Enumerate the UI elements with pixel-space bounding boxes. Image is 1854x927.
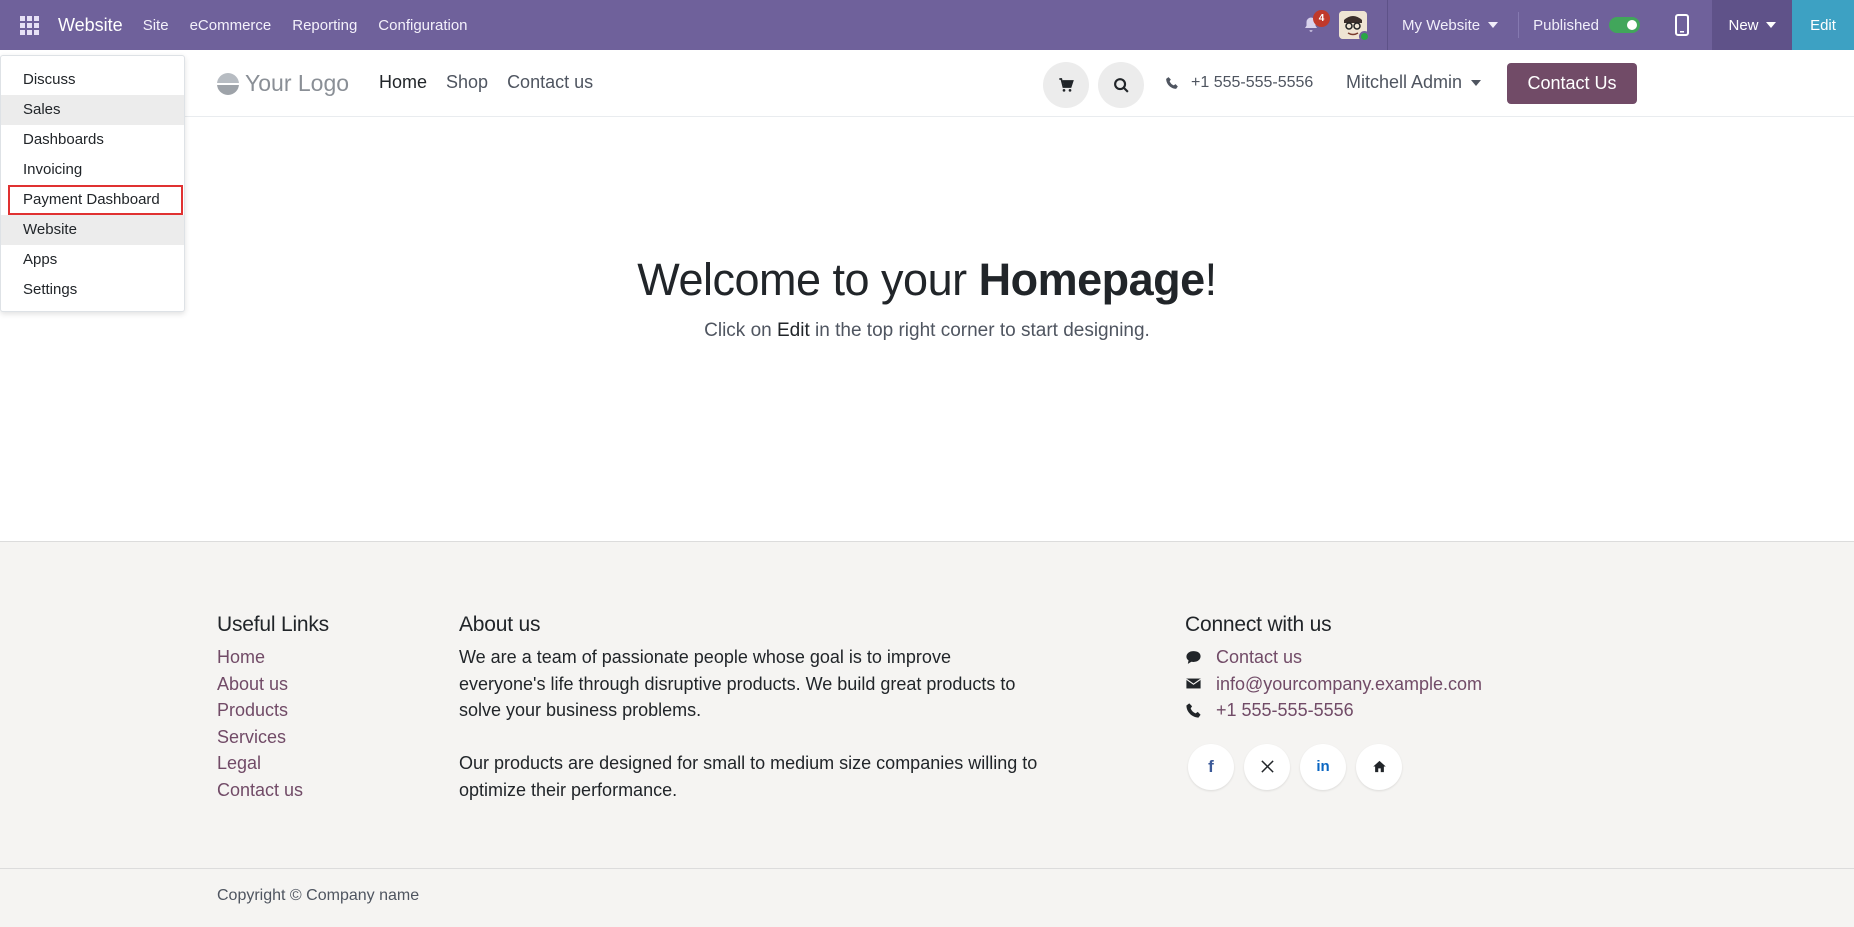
footer-link-contact[interactable]: Contact us (217, 777, 329, 804)
connect-phone-row[interactable]: +1 555-555-5556 (1185, 697, 1482, 724)
footer-link-home[interactable]: Home (217, 644, 329, 671)
search-button[interactable] (1098, 62, 1144, 108)
app-switcher-dropdown: Discuss Sales Dashboards Invoicing Payme… (0, 55, 185, 312)
about-paragraph-2: Our products are designed for small to m… (459, 753, 1038, 800)
hero-sub-post: in the top right corner to start designi… (809, 320, 1150, 341)
contact-us-button[interactable]: Contact Us (1507, 63, 1637, 104)
nav-contact-us[interactable]: Contact us (507, 72, 593, 93)
chevron-down-icon (1488, 22, 1499, 28)
logo-mark-icon (217, 72, 239, 95)
app-name[interactable]: Website (58, 15, 123, 36)
phone-icon (1166, 77, 1178, 89)
app-menu-item-invoicing[interactable]: Invoicing (1, 155, 184, 185)
menu-site[interactable]: Site (143, 17, 169, 34)
hero-title-pre: Welcome to your (637, 254, 979, 305)
hero-subtitle: Click on Edit in the top right corner to… (0, 320, 1854, 342)
website-header: Your Logo Home Shop Contact us +1 555-55… (185, 50, 1854, 117)
footer-about: About us We are a team of passionate peo… (459, 613, 1039, 803)
new-button-label: New (1728, 16, 1759, 34)
phone-icon (1186, 703, 1201, 718)
footer-link-products[interactable]: Products (217, 697, 329, 724)
x-logo-icon (1260, 760, 1274, 773)
search-icon (1113, 77, 1129, 93)
menu-reporting[interactable]: Reporting (292, 17, 357, 34)
user-avatar[interactable] (1339, 11, 1371, 42)
header-phone[interactable]: +1 555-555-5556 (1165, 74, 1313, 92)
connect-phone-link[interactable]: +1 555-555-5556 (1216, 697, 1354, 724)
notifications-button[interactable]: 4 (1291, 0, 1331, 50)
useful-links-title: Useful Links (217, 613, 329, 636)
published-label: Published (1533, 16, 1599, 34)
apps-grid-icon (19, 15, 39, 35)
app-menu-item-payment-dashboard[interactable]: Payment Dashboard (8, 185, 183, 215)
footer-link-about[interactable]: About us (217, 671, 329, 698)
chevron-down-icon (1765, 22, 1776, 28)
new-button[interactable]: New (1712, 0, 1792, 50)
connect-email-link[interactable]: info@yourcompany.example.com (1216, 671, 1482, 698)
about-paragraph-1: We are a team of passionate people whose… (459, 647, 1016, 720)
site-nav: Home Shop Contact us (379, 72, 593, 93)
toggle-switch[interactable] (1609, 17, 1640, 33)
app-menu-item-website[interactable]: Website (1, 215, 184, 245)
connect-contact-link[interactable]: Contact us (1216, 644, 1302, 671)
footer-link-services[interactable]: Services (217, 724, 329, 751)
app-menu-item-discuss[interactable]: Discuss (1, 65, 184, 95)
edit-button[interactable]: Edit (1792, 0, 1854, 50)
cart-icon (1059, 78, 1074, 92)
footer-connect: Connect with us Contact us info@yourcomp… (1185, 613, 1482, 790)
notification-badge: 4 (1313, 10, 1331, 27)
menu-ecommerce[interactable]: eCommerce (190, 17, 272, 34)
envelope-icon (1186, 678, 1201, 689)
connect-contact-row[interactable]: Contact us (1185, 644, 1482, 671)
mobile-phone-icon (1675, 14, 1689, 36)
site-logo[interactable]: Your Logo (217, 70, 349, 97)
about-title: About us (459, 613, 541, 636)
comment-icon (1186, 650, 1201, 664)
hero-title-bold: Homepage (978, 254, 1206, 305)
site-footer: Useful Links Home About us Products Serv… (0, 541, 1854, 927)
header-phone-number: +1 555-555-5556 (1191, 74, 1314, 91)
app-menu-item-apps[interactable]: Apps (1, 245, 184, 275)
facebook-icon[interactable]: f (1188, 743, 1234, 790)
app-menu-item-sales[interactable]: Sales (1, 95, 184, 125)
logo-text: Your Logo (245, 70, 350, 96)
published-toggle[interactable]: Published (1519, 17, 1652, 34)
connect-title: Connect with us (1185, 613, 1332, 636)
house-icon (1372, 760, 1386, 773)
home-icon[interactable] (1356, 743, 1402, 790)
hero-sub-edit: Edit (777, 320, 810, 341)
footer-link-legal[interactable]: Legal (217, 750, 329, 777)
app-menu-item-settings[interactable]: Settings (1, 275, 184, 305)
social-links: f in (1188, 743, 1482, 790)
cart-button[interactable] (1043, 62, 1089, 108)
app-menu-button[interactable] (0, 0, 58, 50)
copyright: Copyright © Company name (0, 868, 1854, 905)
website-selector[interactable]: My Website (1388, 17, 1518, 34)
nav-home[interactable]: Home (379, 72, 427, 93)
x-icon[interactable] (1244, 743, 1290, 790)
hero-sub-pre: Click on (704, 320, 777, 341)
mobile-preview-button[interactable] (1652, 0, 1712, 50)
chevron-down-icon (1471, 79, 1482, 86)
hero-title: Welcome to your Homepage! (0, 254, 1854, 306)
website-selector-label: My Website (1402, 16, 1481, 34)
hero-title-post: ! (1204, 254, 1218, 305)
linkedin-icon[interactable]: in (1300, 743, 1346, 790)
app-menu-item-dashboards[interactable]: Dashboards (1, 125, 184, 155)
user-menu[interactable]: Mitchell Admin (1346, 72, 1482, 93)
online-status-dot (1359, 31, 1371, 42)
menu-configuration[interactable]: Configuration (378, 17, 467, 34)
footer-useful-links: Useful Links Home About us Products Serv… (217, 613, 329, 803)
nav-shop[interactable]: Shop (446, 72, 488, 93)
user-name: Mitchell Admin (1346, 72, 1463, 92)
admin-navbar: Website Site eCommerce Reporting Configu… (0, 0, 1854, 50)
connect-email-row[interactable]: info@yourcompany.example.com (1185, 671, 1482, 698)
